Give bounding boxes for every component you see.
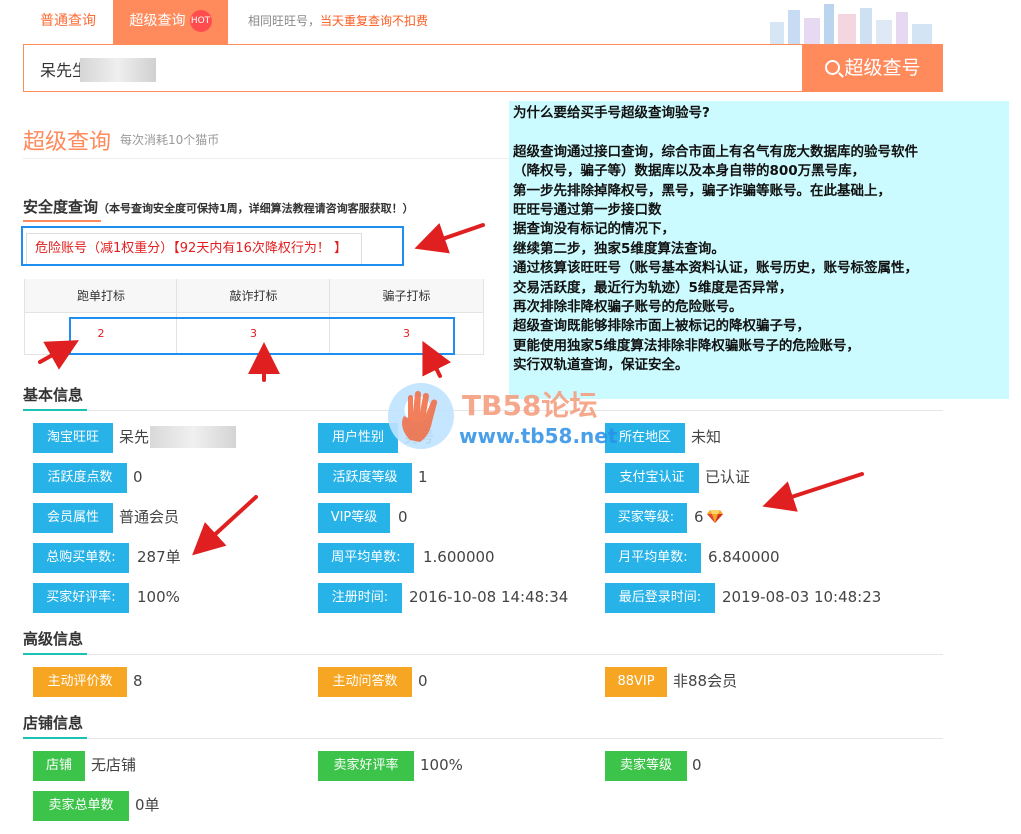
super-search-button[interactable]: 超级查号: [803, 44, 943, 92]
table-header-paodan: 跑单打标: [25, 279, 177, 313]
label-gender: 用户性别: [318, 423, 398, 453]
value-seller-total-orders: 0单: [135, 796, 160, 814]
label-monthly-avg: 月平均单数:: [605, 543, 701, 573]
value-active-qa: 0: [418, 672, 428, 690]
score-highlight-frame: [69, 317, 455, 355]
callout-line: [513, 123, 1005, 142]
section-underline: [23, 409, 87, 411]
risk-highlight-frame: [21, 226, 404, 266]
basic-section-title: 基本信息: [23, 386, 84, 404]
tab-note: 相同旺旺号，当天重复查询不扣费: [248, 0, 428, 42]
value-buyer-level: 6: [694, 504, 723, 534]
table-header-pianzi: 骗子打标: [330, 279, 483, 313]
label-activity-points: 活跃度点数: [33, 463, 127, 493]
label-active-reviews: 主动评价数: [33, 667, 127, 697]
label-positive-rate: 买家好评率:: [33, 583, 129, 613]
hot-badge: HOT: [189, 10, 212, 32]
label-seller-positive-rate: 卖家好评率: [318, 751, 414, 781]
shop-section-title: 店铺信息: [23, 714, 84, 732]
callout-line: 超级查询既能够排除市面上被标记的降权骗子号，: [513, 318, 810, 335]
watermark-title: TB58论坛: [462, 389, 598, 422]
label-taobao-wangwang: 淘宝旺旺: [33, 423, 113, 453]
label-active-qa: 主动问答数: [318, 667, 412, 697]
hand-icon: [402, 391, 438, 442]
label-seller-total-orders: 卖家总单数: [33, 791, 129, 821]
value-seller-level: 0: [692, 756, 702, 774]
value-taobao-wangwang: 呆先: [119, 428, 150, 446]
arrow-to-total-orders: [192, 495, 258, 556]
value-88vip: 非88会员: [673, 672, 738, 690]
callout-line: 据查询没有标记的情况下，: [513, 221, 675, 238]
city-skyline-illustration: [770, 4, 932, 44]
table-header-qiaozha: 敲诈打标: [177, 279, 330, 313]
value-last-login: 2019-08-03 10:48:23: [722, 588, 882, 606]
section-underline: [23, 737, 87, 739]
callout-line: 旺旺号通过第一步接口数: [513, 202, 662, 219]
value-seller-positive-rate: 100%: [420, 756, 463, 774]
value-activity-level: 1: [418, 468, 428, 486]
value-active-reviews: 8: [133, 672, 143, 690]
page-subtitle: 每次消耗10个猫币: [120, 133, 220, 147]
safety-section-title: 安全度查询（本号查询安全度可保持1周，详细算法教程请咨询客服获取！）: [23, 196, 414, 217]
callout-line: 实行双轨道查询，保证安全。: [513, 357, 689, 374]
label-total-orders: 总购买单数:: [33, 543, 129, 573]
tab-super-query[interactable]: 超级查询 HOT: [113, 0, 228, 44]
explanation-callout: 为什么要给买手号超级查询验号? 超级查询通过接口查询，综合市面上有名气有庞大数据…: [509, 101, 1009, 399]
search-value-blur-mask: [80, 58, 156, 82]
callout-line: 通过核算该旺旺号（账号基本资料认证，账号历史，账号标签属性，: [513, 260, 918, 277]
callout-line: 交易活跃度，最近行为轨迹）5维度是否异常，: [513, 279, 793, 296]
tab-super-label: 超级查询: [129, 13, 186, 29]
safety-title-underline: [23, 220, 101, 222]
tab-normal-query[interactable]: 普通查询: [23, 0, 113, 44]
callout-line: 再次排除非降权骗子账号的危险账号。: [513, 299, 743, 316]
value-weekly-avg: 1.600000: [423, 548, 495, 566]
label-weekly-avg: 周平均单数:: [318, 543, 414, 573]
value-monthly-avg: 6.840000: [708, 548, 780, 566]
safety-title-text: 安全度查询: [23, 198, 99, 216]
label-vip-level: VIP等级: [318, 503, 390, 533]
value-register-time: 2016-10-08 14:48:34: [409, 588, 569, 606]
watermark-url: www.tb58.net: [459, 424, 618, 448]
diamond-icon: [706, 510, 723, 523]
buyer-level-number: 6: [694, 508, 704, 526]
label-last-login: 最后登录时间:: [605, 583, 715, 613]
value-region: 未知: [691, 428, 722, 446]
value-member-type: 普通会员: [119, 508, 180, 526]
label-88vip: 88VIP: [605, 667, 667, 697]
safety-note: （本号查询安全度可保持1周，详细算法教程请咨询客服获取！）: [98, 202, 414, 215]
callout-line: 为什么要给买手号超级查询验号?: [513, 105, 710, 121]
value-activity-points: 0: [133, 468, 143, 486]
label-register-time: 注册时间:: [318, 583, 402, 613]
value-shop: 无店铺: [91, 756, 137, 774]
label-seller-level: 卖家等级: [605, 751, 687, 781]
label-member-type: 会员属性: [33, 503, 113, 533]
arrow-to-risk-badge: [414, 223, 485, 254]
value-positive-rate: 100%: [137, 588, 180, 606]
label-shop: 店铺: [33, 751, 85, 781]
value-total-orders: 287单: [137, 548, 181, 566]
section-divider: [23, 738, 943, 739]
section-underline: [23, 653, 87, 655]
table-column-divider: [483, 279, 484, 355]
callout-line: 第一步先排除掉降权号，黑号，骗子诈骗等账号。在此基础上，: [513, 182, 891, 199]
search-icon: [825, 60, 841, 75]
callout-line: 更能使用独家5维度算法排除非降权骗账号子的危险账号，: [513, 337, 860, 354]
search-button-label: 超级查号: [844, 57, 921, 79]
advanced-section-title: 高级信息: [23, 630, 84, 648]
section-divider: [23, 654, 943, 655]
label-activity-level: 活跃度等级: [318, 463, 412, 493]
wangwang-blur-mask: [150, 426, 236, 448]
value-alipay-verified: 已认证: [705, 468, 751, 486]
page-title: 超级查询: [23, 130, 112, 155]
tab-note-prefix: 相同旺旺号，: [248, 14, 321, 28]
arrow-to-buyer-level: [762, 472, 864, 512]
label-alipay-verified: 支付宝认证: [605, 463, 699, 493]
label-buyer-level: 买家等级:: [605, 503, 687, 533]
tab-note-highlight: 当天重复查询不扣费: [320, 14, 429, 28]
callout-line: （降权号，骗子等）数据库以及本身自带的800万黑号库，: [513, 163, 866, 180]
value-vip-level: 0: [398, 508, 408, 526]
callout-line: 继续第二步，独家5维度算法查询。: [513, 240, 725, 257]
callout-line: 超级查询通过接口查询，综合市面上有名气有庞大数据库的验号软件: [513, 143, 918, 160]
